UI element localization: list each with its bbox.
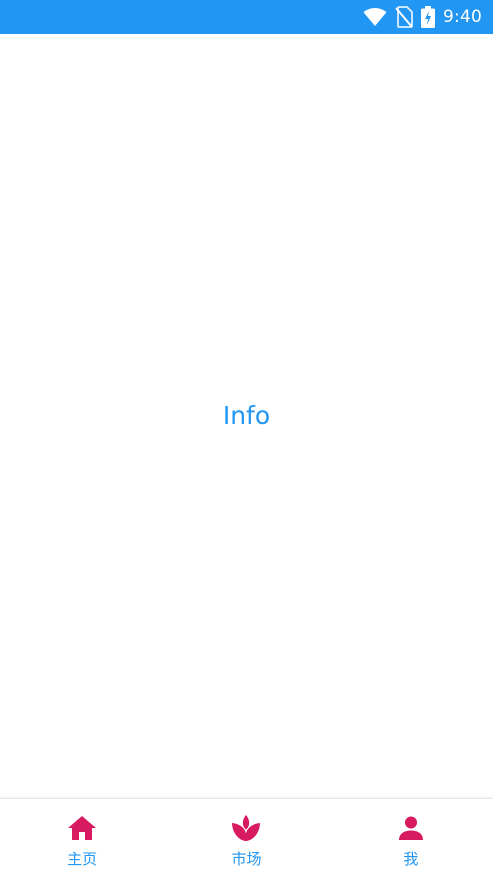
- nav-item-market[interactable]: 市场: [164, 799, 328, 876]
- app-screen: 9:40 Info 主页 市场 我: [0, 0, 493, 876]
- nav-item-me[interactable]: 我: [329, 799, 493, 876]
- nav-label-market: 市场: [231, 850, 262, 868]
- bottom-navigation: 主页 市场 我: [0, 798, 493, 876]
- person-icon: [396, 813, 426, 843]
- wifi-icon: [363, 7, 387, 27]
- info-text: Info: [222, 401, 271, 430]
- nav-label-me: 我: [403, 850, 419, 868]
- no-sim-icon: [395, 6, 413, 28]
- home-icon: [67, 813, 97, 843]
- nav-label-home: 主页: [67, 850, 98, 868]
- status-time: 9:40: [443, 7, 482, 27]
- lotus-icon: [231, 813, 261, 843]
- main-content: Info: [0, 34, 493, 798]
- status-bar: 9:40: [0, 0, 493, 34]
- nav-item-home[interactable]: 主页: [0, 799, 164, 876]
- battery-charging-icon: [421, 6, 436, 28]
